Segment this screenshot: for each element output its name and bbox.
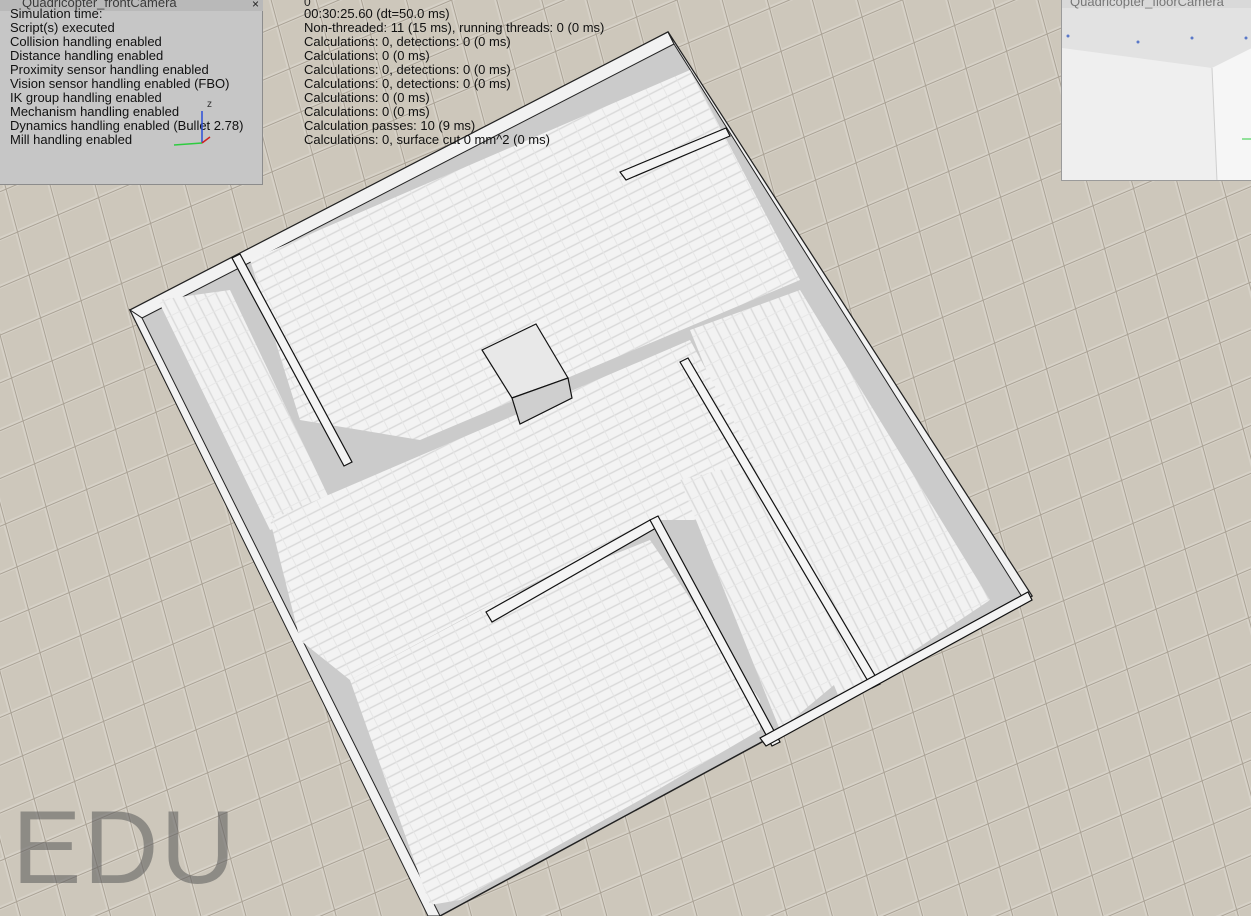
axis-gizmo: z (173, 99, 212, 146)
floor-camera-title: Quadricopter_floorCamera (1070, 0, 1224, 9)
front-camera-title: Quadricopter_frontCamera (22, 0, 177, 10)
floor-camera-view[interactable]: Quadricopter_floorCamera (1061, 0, 1251, 181)
floor-camera-image (1062, 8, 1251, 180)
front-camera-view[interactable]: Quadricopter_frontCamera × (0, 0, 263, 185)
axis-z-label: z (207, 99, 212, 110)
front-camera-title-bar[interactable]: Quadricopter_frontCamera × (0, 0, 263, 11)
close-icon[interactable]: × (252, 0, 259, 11)
edu-watermark: EDU (12, 790, 238, 906)
top-right-marker: 0 (304, 0, 311, 9)
